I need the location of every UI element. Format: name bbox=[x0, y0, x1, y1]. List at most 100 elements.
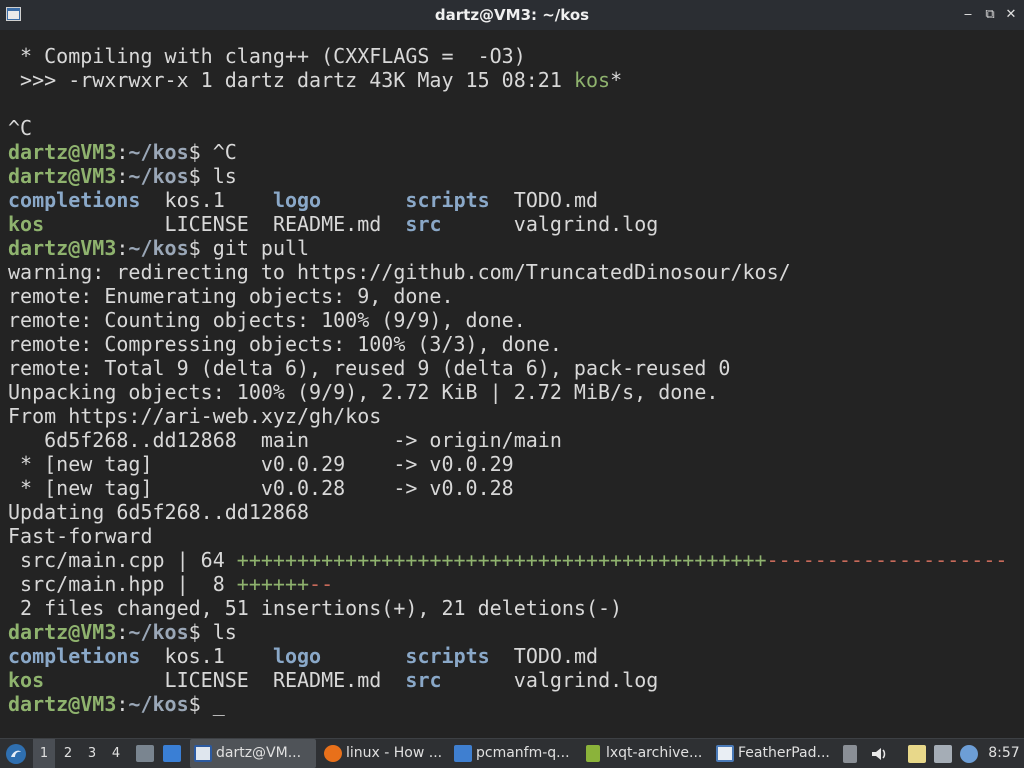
prompt-separator: : bbox=[116, 236, 129, 260]
terminal-cursor[interactable]: _ bbox=[213, 692, 225, 716]
ls-entry-dir: src bbox=[405, 212, 442, 236]
folder-icon bbox=[454, 745, 472, 762]
git-output-line: 6d5f268..dd12868 main -> origin/main bbox=[8, 428, 562, 452]
clipboard-icon[interactable] bbox=[908, 745, 926, 763]
ls-gap bbox=[225, 644, 273, 668]
git-output-line: remote: Enumerating objects: 9, done. bbox=[8, 284, 454, 308]
task-label: linux - How ... bbox=[346, 745, 443, 761]
task-label: pcmanfm-q... bbox=[476, 745, 570, 761]
task-firefox[interactable]: linux - How ... bbox=[320, 739, 446, 768]
build-listing: >>> -rwxrwxr-x 1 dartz dartz 43K May 15 … bbox=[8, 68, 574, 92]
prompt-separator: : bbox=[116, 164, 129, 188]
git-output-line: Updating 6d5f268..dd12868 bbox=[8, 500, 310, 524]
task-terminal[interactable]: dartz@VM... bbox=[190, 739, 316, 768]
archive-icon bbox=[586, 745, 600, 762]
workspace-1[interactable]: 1 bbox=[33, 739, 55, 768]
maximize-button[interactable]: ⧉ bbox=[982, 6, 998, 24]
ls-entry-file: LICENSE bbox=[164, 212, 249, 236]
compile-message: * Compiling with clang++ (CXXFLAGS = -O3… bbox=[8, 44, 526, 68]
prompt-user: dartz@VM3 bbox=[8, 620, 117, 644]
task-file-manager[interactable]: pcmanfm-q... bbox=[450, 739, 576, 768]
volume-icon[interactable] bbox=[870, 745, 888, 763]
ls-entry-file: LICENSE bbox=[164, 668, 249, 692]
window-list-button[interactable] bbox=[160, 739, 184, 768]
workspace-4[interactable]: 4 bbox=[105, 739, 127, 768]
prompt-separator: : bbox=[116, 620, 129, 644]
minimize-button[interactable]: ‒ bbox=[960, 6, 976, 24]
ls-entry-file: valgrind.log bbox=[513, 212, 659, 236]
terminal-line: * Compiling with clang++ (CXXFLAGS = -O3… bbox=[8, 44, 1007, 68]
diff-summary: 2 files changed, 51 insertions(+), 21 de… bbox=[8, 596, 623, 620]
ls-row: kos LICENSE README.md src valgrind.log bbox=[8, 668, 1007, 692]
ls-gap bbox=[321, 188, 405, 212]
ls-gap bbox=[249, 212, 273, 236]
task-label: dartz@VM... bbox=[216, 745, 302, 761]
ls-entry-file: kos.1 bbox=[164, 188, 225, 212]
featherpad-icon bbox=[716, 745, 734, 762]
diffstat-line: src/main.cpp | 64 ++++++++++++++++++++++… bbox=[8, 548, 1007, 572]
git-output-line: From https://ari-web.xyz/gh/kos bbox=[8, 404, 382, 428]
prompt-line: dartz@VM3:~/kos$ ^C bbox=[8, 140, 1007, 164]
prompt-separator: : bbox=[116, 140, 129, 164]
task-archiver[interactable]: lxqt-archive... bbox=[580, 739, 708, 768]
diffstat-insertions: ++++++ bbox=[236, 572, 310, 596]
ls-gap bbox=[381, 668, 405, 692]
terminal-text: * Compiling with clang++ (CXXFLAGS = -O3… bbox=[8, 44, 1007, 716]
prompt-path: ~/kos bbox=[128, 236, 189, 260]
ls-gap bbox=[490, 644, 514, 668]
ls-gap bbox=[321, 644, 405, 668]
show-desktop-button[interactable] bbox=[134, 739, 156, 768]
terminal-line: >>> -rwxrwxr-x 1 dartz dartz 43K May 15 … bbox=[8, 68, 1007, 92]
prompt-user: dartz@VM3 bbox=[8, 692, 117, 716]
ls-entry-file: README.md bbox=[272, 212, 382, 236]
diffstat-label: src/main.hpp | 8 bbox=[8, 572, 237, 596]
window-title: dartz@VM3: ~/kos bbox=[434, 6, 590, 24]
window-titlebar[interactable]: dartz@VM3: ~/kos ‒ ⧉ ✕ bbox=[0, 0, 1024, 30]
ls-entry-dir: completions bbox=[8, 644, 141, 668]
ls-entry-exec: kos bbox=[8, 668, 45, 692]
prompt-line: dartz@VM3:~/kos$ ls bbox=[8, 164, 1007, 188]
prompt-dollar: $ bbox=[188, 164, 213, 188]
prompt-user: dartz@VM3 bbox=[8, 236, 117, 260]
ls-gap bbox=[44, 212, 164, 236]
ls-entry-dir: scripts bbox=[405, 188, 490, 212]
diffstat-deletions: -------------------- bbox=[766, 548, 1008, 572]
interrupt-echo: ^C bbox=[8, 116, 33, 140]
clock[interactable]: 8:57 bbox=[986, 739, 1022, 768]
command-text: ls bbox=[212, 164, 237, 188]
firefox-icon bbox=[324, 745, 342, 762]
prompt-user: dartz@VM3 bbox=[8, 140, 117, 164]
ls-gap bbox=[442, 212, 514, 236]
ls-entry-dir: src bbox=[405, 668, 442, 692]
task-featherpad[interactable]: FeatherPad... bbox=[712, 739, 836, 768]
ls-gap bbox=[140, 644, 164, 668]
terminal-icon bbox=[194, 745, 212, 762]
ls-gap bbox=[249, 668, 273, 692]
notification-icon[interactable] bbox=[960, 745, 978, 763]
workspace-2[interactable]: 2 bbox=[57, 739, 79, 768]
ls-gap bbox=[490, 188, 514, 212]
task-label: lxqt-archive... bbox=[606, 745, 703, 761]
ls-entry-dir: scripts bbox=[405, 644, 490, 668]
ls-entry-file: valgrind.log bbox=[513, 668, 659, 692]
prompt-separator: : bbox=[116, 692, 129, 716]
lxqt-menu-icon bbox=[6, 744, 26, 764]
ls-entry-file: README.md bbox=[272, 668, 382, 692]
start-menu-button[interactable] bbox=[4, 739, 28, 768]
prompt-dollar: $ bbox=[188, 692, 213, 716]
git-output-line: * [new tag] v0.0.29 -> v0.0.29 bbox=[8, 452, 514, 476]
workspace-3[interactable]: 3 bbox=[81, 739, 103, 768]
scroll-icon[interactable] bbox=[843, 745, 857, 763]
terminal-output-area[interactable]: * Compiling with clang++ (CXXFLAGS = -O3… bbox=[0, 30, 1024, 738]
close-button[interactable]: ✕ bbox=[1003, 6, 1019, 24]
git-output-line: * [new tag] v0.0.28 -> v0.0.28 bbox=[8, 476, 514, 500]
ls-gap bbox=[442, 668, 514, 692]
ls-entry-file: TODO.md bbox=[513, 644, 599, 668]
prompt-path: ~/kos bbox=[128, 164, 189, 188]
prompt-path: ~/kos bbox=[128, 620, 189, 644]
ls-entry-file: TODO.md bbox=[513, 188, 599, 212]
ls-gap bbox=[225, 188, 273, 212]
task-label: FeatherPad... bbox=[738, 745, 830, 761]
prompt-path: ~/kos bbox=[128, 140, 189, 164]
network-icon[interactable] bbox=[934, 745, 952, 763]
